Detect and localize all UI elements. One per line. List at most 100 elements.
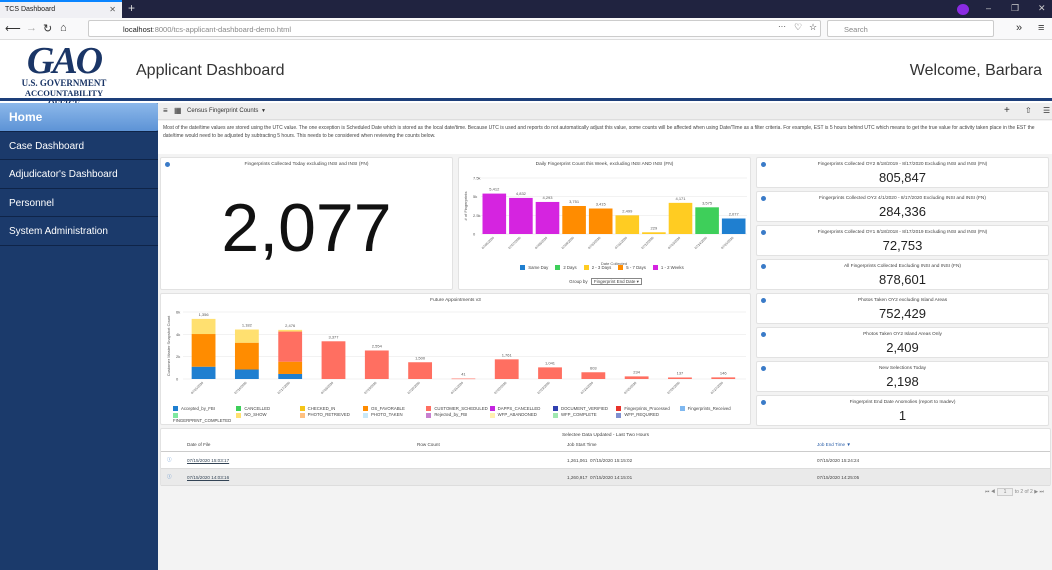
sidebar-item-system-administration[interactable]: System Administration bbox=[0, 217, 158, 246]
legend-item[interactable]: Accepted_by_FBI bbox=[173, 406, 236, 412]
daily-chart-title: Daily Fingerprint Count this Week, exclu… bbox=[535, 162, 674, 167]
sidebar-item-home[interactable]: Home bbox=[0, 103, 162, 132]
bar-total-label: 2,476 bbox=[285, 323, 296, 328]
legend-item[interactable]: NO_SHOW bbox=[236, 412, 299, 422]
utc-notice: Most of the date/time values are stored … bbox=[158, 121, 1052, 154]
home-icon[interactable]: ⌂ bbox=[60, 22, 67, 34]
daily-chart: 0 2.5k 5k 7.5k # of Fingerprints 5,412 07/06/2… bbox=[463, 176, 747, 266]
url-bar[interactable]: localhost:8000/tcs-applicant-dashboard-d… bbox=[88, 20, 821, 37]
kpi-card: Fingerprints Collected OY2 4/1/2020 - 8/… bbox=[756, 191, 1049, 222]
legend-item[interactable]: WFP_REQUIRED bbox=[616, 412, 679, 422]
star-icon[interactable]: ☆ bbox=[809, 22, 817, 33]
back-icon[interactable]: ⟵ bbox=[5, 22, 21, 35]
legend-label: FINGERPRINT_COMPLETED bbox=[173, 417, 232, 423]
gao-logo[interactable]: GAO U.S. GOVERNMENT ACCOUNTABILITY OFFIC… bbox=[8, 42, 120, 108]
main-content: ≡ ▦ Census Fingerprint Counts ▼ + ⇧ ☰ Mo… bbox=[158, 103, 1052, 570]
col-row-count[interactable]: Row Count bbox=[411, 438, 561, 452]
browser-tab[interactable]: TCS Dashboard ✕ bbox=[0, 0, 122, 18]
minimize-icon[interactable]: – bbox=[986, 3, 991, 13]
bar-total-label: 234 bbox=[633, 369, 640, 374]
legend-item[interactable]: DOCUMENT_VERIFIED bbox=[552, 406, 616, 412]
date-of-file-link[interactable]: 07/15/2020 15:03:17 bbox=[187, 458, 229, 463]
legend-swatch bbox=[679, 406, 685, 412]
info-icon[interactable]: ⓘ bbox=[161, 468, 181, 486]
date-of-file-link[interactable]: 07/15/2020 14:03:16 bbox=[187, 475, 229, 480]
legend-item[interactable]: PHOTO_RETRIEVED bbox=[299, 412, 363, 422]
last-page-icon[interactable]: ⏭ bbox=[1039, 489, 1044, 495]
legend-item[interactable]: 2 Days bbox=[555, 265, 577, 271]
sidebar-item-adjudicators-dashboard[interactable]: Adjudicator's Dashboard bbox=[0, 160, 158, 189]
share-icon[interactable]: ⇧ bbox=[1025, 106, 1032, 115]
maximize-icon[interactable]: ❐ bbox=[1011, 3, 1019, 14]
settings-icon[interactable]: ☰ bbox=[1043, 106, 1050, 115]
legend-item[interactable]: CUSTOMER_SCHEDULED bbox=[426, 406, 489, 412]
legend-item[interactable]: Fingerprints_Received bbox=[679, 406, 743, 412]
legend-item[interactable]: 1 - 2 Weeks bbox=[652, 265, 684, 271]
col-date-of-file[interactable]: Date of File bbox=[181, 438, 411, 452]
kpi-value: 1 bbox=[898, 408, 907, 423]
add-icon[interactable]: + bbox=[1004, 105, 1010, 116]
pocket-icon[interactable]: ♡ bbox=[794, 22, 802, 33]
bar-total-label: 1,761 bbox=[502, 352, 513, 357]
legend-item[interactable]: Fingerprints_Processed bbox=[616, 406, 679, 412]
info-icon[interactable]: ⓘ bbox=[161, 451, 181, 469]
search-input[interactable]: Search bbox=[827, 20, 994, 37]
legend-item[interactable]: PHOTO_TAKEN bbox=[362, 412, 426, 422]
private-mask-icon bbox=[957, 4, 969, 15]
next-page-icon[interactable]: ▶ bbox=[1034, 489, 1038, 495]
bar bbox=[642, 232, 666, 234]
kpi-card: All Fingerprints Collected Excluding INS… bbox=[756, 259, 1049, 290]
more-icon[interactable]: ··· bbox=[778, 22, 786, 31]
new-tab-icon[interactable]: + bbox=[128, 1, 135, 15]
legend-item[interactable]: 5 - 7 Days bbox=[618, 265, 646, 271]
legend-item[interactable]: Rejected_by_FBI bbox=[426, 412, 489, 422]
legend-item[interactable]: CHECKED_IN bbox=[299, 406, 363, 412]
prev-page-icon[interactable]: ◀ bbox=[991, 489, 995, 495]
col-job-end-time[interactable]: Job End Time ▼ bbox=[811, 438, 1050, 452]
legend-swatch bbox=[426, 412, 432, 418]
hamburger-icon[interactable]: ≡ bbox=[163, 106, 168, 115]
page-title: Applicant Dashboard bbox=[136, 62, 285, 79]
legend-label: Fingerprints_Received bbox=[687, 406, 731, 411]
overflow-icon[interactable]: » bbox=[1016, 22, 1022, 34]
legend-label: OS_FAVORABLE bbox=[370, 406, 405, 411]
menu-icon[interactable]: ≡ bbox=[1038, 22, 1044, 34]
bar bbox=[509, 197, 533, 234]
report-name[interactable]: Census Fingerprint Counts bbox=[187, 108, 258, 114]
legend-item[interactable]: OS_FAVORABLE bbox=[362, 406, 426, 412]
legend-label: DOCUMENT_VERIFIED bbox=[560, 406, 609, 411]
legend-item[interactable]: WFP_ABANDONED bbox=[489, 412, 553, 422]
legend-label: Same Day bbox=[528, 265, 549, 270]
kpi-value: 2,198 bbox=[886, 374, 919, 389]
x-tick-label: 07/15/2020 bbox=[190, 381, 204, 395]
forward-icon[interactable]: → bbox=[26, 22, 37, 34]
group-by-select[interactable]: Fingerprint End Date ▾ bbox=[590, 278, 642, 285]
legend-item[interactable]: Same Day bbox=[520, 265, 549, 271]
sidebar-item-case-dashboard[interactable]: Case Dashboard bbox=[0, 132, 158, 160]
selectee-table-card: Selectee Data Updated - Last Two Hours D… bbox=[160, 428, 1051, 486]
first-page-icon[interactable]: ⏮ bbox=[985, 489, 990, 495]
y-tick-label: 0 bbox=[473, 232, 476, 237]
close-tab-icon[interactable]: ✕ bbox=[109, 5, 116, 14]
page-input[interactable]: 1 bbox=[996, 488, 1014, 496]
x-tick-label: 07/09/2020 bbox=[561, 236, 575, 250]
legend-item[interactable]: DAPPS_CANCELLED bbox=[489, 406, 553, 412]
x-tick-label: 07/22/2020 bbox=[493, 381, 507, 395]
grid-icon[interactable]: ▦ bbox=[174, 106, 182, 115]
chevron-down-icon[interactable]: ▼ bbox=[261, 108, 266, 114]
browser-nav-bar: ⟵ → ↻ ⌂ localhost:8000/tcs-applicant-das… bbox=[0, 18, 1052, 40]
sidebar-item-personnel[interactable]: Personnel bbox=[0, 189, 158, 217]
job-start: 07/15/2020 14:15:01 bbox=[590, 474, 633, 480]
close-window-icon[interactable]: ✕ bbox=[1038, 3, 1046, 14]
legend-label: CUSTOMER_SCHEDULED bbox=[434, 406, 488, 411]
legend-item[interactable]: 2 - 3 Days bbox=[583, 265, 611, 271]
legend-item[interactable]: WFP_COMPLETE bbox=[552, 412, 616, 422]
legend-item[interactable]: CANCELLED bbox=[236, 406, 299, 412]
reload-icon[interactable]: ↻ bbox=[43, 22, 52, 35]
bar-value-label: 4,832 bbox=[516, 191, 527, 196]
row-count: 1,261,061 bbox=[567, 457, 588, 463]
col-job-start-time[interactable]: Job Start Time bbox=[561, 438, 811, 452]
bar-segment bbox=[278, 373, 303, 379]
legend-item[interactable]: FINGERPRINT_COMPLETED bbox=[173, 412, 236, 423]
bar-total-label: 3,377 bbox=[328, 334, 339, 339]
